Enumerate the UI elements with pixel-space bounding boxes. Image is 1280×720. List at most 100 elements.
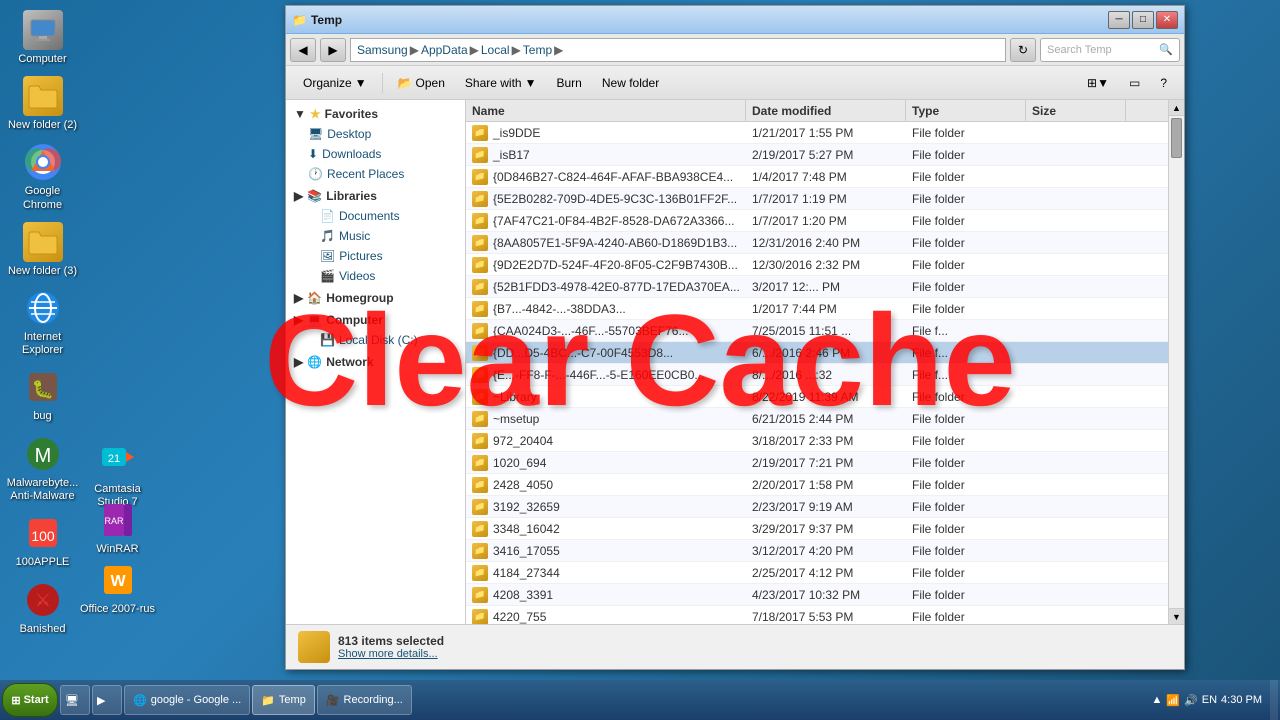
path-temp[interactable]: Temp [523,43,552,57]
table-row[interactable]: 📁 3416_17055 3/12/2017 4:20 PM File fold… [466,540,1168,562]
nav-item-downloads[interactable]: ⬇ Downloads [286,144,465,164]
burn-button[interactable]: Burn [548,70,591,96]
table-row[interactable]: 📁 ~Library 8/22/2019 11:39 AM File folde… [466,386,1168,408]
nav-item-videos[interactable]: 🎬 Videos [286,266,465,286]
scroll-down-button[interactable]: ▼ [1169,608,1184,624]
table-row[interactable]: 📁 2428_4050 2/20/2017 1:58 PM File folde… [466,474,1168,496]
col-header-date[interactable]: Date modified [746,100,906,121]
file-cell-name: 📁 {52B1FDD3-4978-42E0-877D-17EDA370EA... [466,279,746,295]
desktop-icon-winrar[interactable]: RAR WinRAR [80,500,155,556]
col-header-type[interactable]: Type [906,100,1026,121]
desktop-icon-computer[interactable]: Computer [5,10,80,66]
share-with-button[interactable]: Share with ▼ [456,70,546,96]
search-box[interactable]: Search Temp 🔍 [1040,38,1180,62]
tray-volume-icon[interactable]: 🔊 [1184,694,1198,707]
show-details-link[interactable]: Show more details... [338,648,444,660]
desktop-icon-malware[interactable]: M Malwarebyte... Anti-Malware [5,434,80,503]
scroll-thumb[interactable] [1171,118,1182,158]
nav-item-desktop[interactable]: 🖥 Desktop [286,124,465,144]
table-row[interactable]: 📁 {0D846B27-C824-464F-AFAF-BBA938CE4... … [466,166,1168,188]
desktop-icon-chrome[interactable]: Google Chrome [5,142,80,211]
back-button[interactable]: ◀ [290,38,316,62]
taskbar-chrome-button[interactable]: 🌐 google - Google ... [124,685,250,715]
path-appdata[interactable]: AppData [421,43,468,57]
col-header-size[interactable]: Size [1026,100,1126,121]
file-cell-type: File folder [906,236,1026,250]
window-icon: 📁 [292,13,307,27]
path-local[interactable]: Local [481,43,510,57]
desktop-icon-bug[interactable]: 🐛 bug [5,367,80,423]
table-row[interactable]: 📁 3192_32659 2/23/2017 9:19 AM File fold… [466,496,1168,518]
taskbar-media-button[interactable]: ▶ [92,685,122,715]
minimize-button[interactable]: ─ [1108,11,1130,29]
desktop-icon-banished[interactable]: ⚔ Banished [5,580,80,636]
desktop-icon-apple[interactable]: 100 100APPLE [5,513,80,569]
new-folder-button[interactable]: New folder [593,70,668,96]
table-row[interactable]: 📁 _isB17 2/19/2017 5:27 PM File folder [466,144,1168,166]
file-cell-type: File f... [906,368,1026,382]
help-button[interactable]: ? [1151,70,1176,96]
nav-item-documents[interactable]: 📄 Documents [286,206,465,226]
folder-icon: 📁 [472,499,488,515]
nav-item-music[interactable]: 🎵 Music [286,226,465,246]
file-cell-type: File folder [906,566,1026,580]
address-path[interactable]: Samsung ▶ AppData ▶ Local ▶ Temp ▶ [350,38,1006,62]
show-desktop-strip[interactable] [1270,680,1278,720]
network-header[interactable]: ▶ 🌐 Network [286,352,465,372]
file-cell-name: 📁 {5E2B0282-709D-4DE5-9C3C-136B01FF2F... [466,191,746,207]
taskbar-temp-button[interactable]: 📁 Temp [252,685,315,715]
scroll-up-button[interactable]: ▲ [1169,100,1184,116]
table-row[interactable]: 📁 {E...-FF8-F-...-446F...-5-E160EE0CB0..… [466,364,1168,386]
table-row[interactable]: 📁 972_20404 3/18/2017 2:33 PM File folde… [466,430,1168,452]
computer-header[interactable]: ▶ 💻 Computer [286,310,465,330]
desktop-icon-ie[interactable]: Internet Explorer [5,288,80,357]
forward-button[interactable]: ▶ [320,38,346,62]
table-row[interactable]: 📁 {7AF47C21-0F84-4B2F-8528-DA672A3366...… [466,210,1168,232]
table-row[interactable]: 📁 1020_694 2/19/2017 7:21 PM File folder [466,452,1168,474]
desktop-icon-computer-label: Computer [18,53,66,66]
table-row[interactable]: 📁 {8AA8057E1-5F9A-4240-AB60-D1869D1B3...… [466,232,1168,254]
folder-icon: 📁 [472,433,488,449]
col-header-name[interactable]: Name [466,100,746,121]
search-icon[interactable]: 🔍 [1159,43,1173,56]
favorites-header[interactable]: ▼ ★ Favorites [286,104,465,124]
organize-button[interactable]: Organize ▼ [294,70,376,96]
system-clock[interactable]: 4:30 PM [1221,694,1262,706]
path-samsung[interactable]: Samsung [357,43,408,57]
nav-item-local-disk[interactable]: 💾 Local Disk (C:) [286,330,465,350]
toolbar: Organize ▼ 📂 Open Share with ▼ Burn New … [286,66,1184,100]
refresh-button[interactable]: ↻ [1010,38,1036,62]
desktop-icon-newfolder2[interactable]: New folder (2) [5,76,80,132]
table-row[interactable]: 📁 {DD...D5-4BC...-C7-00F4553D8... 6/.../… [466,342,1168,364]
maximize-button[interactable]: □ [1132,11,1154,29]
nav-item-recent[interactable]: 🕐 Recent Places [286,164,465,184]
desktop-icon-newfolder3[interactable]: New folder (3) [5,222,80,278]
start-button[interactable]: ⊞ Start [2,683,58,717]
homegroup-header[interactable]: ▶ 🏠 Homegroup [286,288,465,308]
taskbar: ⊞ Start 🖥 ▶ 🌐 google - Google ... 📁 Temp… [0,680,1280,720]
table-row[interactable]: 📁 {5E2B0282-709D-4DE5-9C3C-136B01FF2F...… [466,188,1168,210]
open-button[interactable]: 📂 Open [389,70,454,96]
preview-pane-button[interactable]: ▭ [1120,70,1149,96]
table-row[interactable]: 📁 ~msetup 6/21/2015 2:44 PM File folder [466,408,1168,430]
tray-arrow-icon[interactable]: ▲ [1151,694,1162,706]
scroll-track[interactable]: ▲ ▼ [1168,100,1184,624]
table-row[interactable]: 📁 4184_27344 2/25/2017 4:12 PM File fold… [466,562,1168,584]
table-row[interactable]: 📁 4208_3391 4/23/2017 10:32 PM File fold… [466,584,1168,606]
nav-item-pictures[interactable]: 🖼 Pictures [286,246,465,266]
table-row[interactable]: 📁 4220_755 7/18/2017 5:53 PM File folder [466,606,1168,624]
table-row[interactable]: 📁 {B7...-4842-...-38DDA3... 1/2017 7:44 … [466,298,1168,320]
table-row[interactable]: 📁 {CAA024D3-...-46F...-55703BEF76... 7/2… [466,320,1168,342]
taskbar-recording-button[interactable]: 🎥 Recording... [317,685,412,715]
table-row[interactable]: 📁 {52B1FDD3-4978-42E0-877D-17EDA370EA...… [466,276,1168,298]
close-button[interactable]: ✕ [1156,11,1178,29]
table-row[interactable]: 📁 3348_16042 3/29/2017 9:37 PM File fold… [466,518,1168,540]
file-cell-type: File folder [906,412,1026,426]
file-cell-name: 📁 3416_17055 [466,543,746,559]
libraries-header[interactable]: ▶ 📚 Libraries [286,186,465,206]
taskbar-show-desktop-button[interactable]: 🖥 [60,685,90,715]
table-row[interactable]: 📁 {9D2E2D7D-524F-4F20-8F05-C2F9B7430B...… [466,254,1168,276]
view-toggle-button[interactable]: ⊞▼ [1078,70,1118,96]
table-row[interactable]: 📁 _is9DDE 1/21/2017 1:55 PM File folder [466,122,1168,144]
file-cell-date: 2/23/2017 9:19 AM [746,500,906,514]
